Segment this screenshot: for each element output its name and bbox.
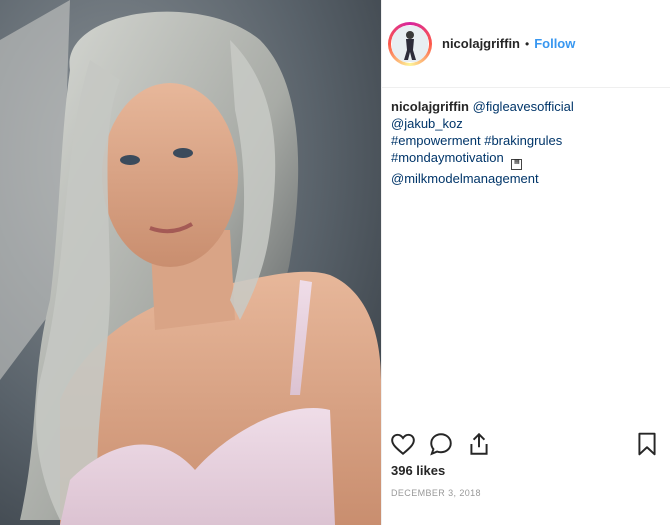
post-header: nicolajgriffin • Follow [382, 0, 670, 88]
post-side-panel: nicolajgriffin • Follow nicolajgriffin @… [381, 0, 670, 525]
post-photo[interactable] [0, 0, 381, 525]
separator-dot: • [525, 36, 530, 51]
hashtag-link[interactable]: #mondaymotivation [391, 150, 504, 165]
mention-link[interactable]: @figleavesofficial [473, 99, 574, 114]
share-icon[interactable] [466, 431, 492, 457]
follow-button[interactable]: Follow [534, 36, 575, 51]
heart-icon[interactable] [390, 431, 416, 457]
portrait-image [0, 0, 381, 525]
instagram-post: nicolajgriffin • Follow nicolajgriffin @… [0, 0, 670, 525]
post-actions [390, 430, 660, 458]
mention-link[interactable]: @jakub_koz [391, 115, 670, 132]
comment-icon[interactable] [428, 431, 454, 457]
mention-link[interactable]: @milkmodelmanagement [391, 170, 670, 187]
likes-count[interactable]: 396 likes [391, 463, 445, 478]
qr-emoji-icon: ▦ [511, 159, 523, 170]
post-date: DECEMBER 3, 2018 [391, 488, 481, 498]
post-caption: nicolajgriffin @figleavesofficial @jakub… [382, 88, 670, 187]
hashtag-links[interactable]: #empowerment #brakingrules [391, 132, 670, 149]
avatar-image [392, 25, 428, 62]
caption-author[interactable]: nicolajgriffin [391, 99, 469, 114]
bookmark-icon[interactable] [634, 431, 660, 457]
avatar[interactable] [388, 21, 432, 66]
username-link[interactable]: nicolajgriffin [442, 36, 520, 51]
